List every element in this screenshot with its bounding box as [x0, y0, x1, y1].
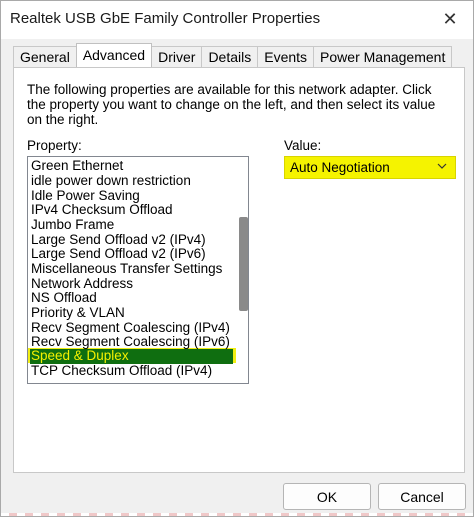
list-item[interactable]: idle power down restriction [30, 174, 233, 189]
list-scrollbar[interactable] [236, 157, 248, 383]
cancel-button[interactable]: Cancel [378, 483, 466, 510]
title-bar: Realtek USB GbE Family Controller Proper… [1, 1, 473, 39]
tab-advanced[interactable]: Advanced [75, 43, 153, 67]
scroll-thumb[interactable] [239, 217, 248, 311]
advanced-panel: The following properties are available f… [13, 67, 465, 473]
dropdown-selected-value: Auto Negotiation [290, 160, 390, 175]
close-icon: ✕ [442, 8, 458, 29]
list-item[interactable]: NS Offload [30, 291, 233, 306]
tab-events[interactable]: Events [257, 46, 315, 67]
property-label: Property: [27, 138, 82, 153]
value-dropdown[interactable]: Auto Negotiation [284, 156, 456, 179]
properties-dialog: Realtek USB GbE Family Controller Proper… [0, 0, 474, 517]
bottom-edge [1, 513, 473, 516]
close-button[interactable]: ✕ [427, 1, 473, 37]
list-item[interactable]: Priority & VLAN [30, 306, 233, 321]
value-label: Value: [284, 138, 322, 153]
list-item[interactable]: Miscellaneous Transfer Settings [30, 262, 233, 277]
list-item[interactable]: TCP Checksum Offload (IPv4) [30, 364, 233, 379]
list-item-selected[interactable]: Speed & Duplex [30, 349, 233, 364]
description-text: The following properties are available f… [27, 82, 436, 127]
list-item[interactable]: Jumbo Frame [30, 218, 233, 233]
tab-strip: General Advanced Driver Details Events P… [13, 43, 453, 67]
tab-general[interactable]: General [13, 46, 77, 67]
tab-details[interactable]: Details [201, 46, 259, 67]
chevron-down-icon [437, 159, 447, 176]
tab-driver[interactable]: Driver [151, 46, 203, 67]
list-item[interactable]: Large Send Offload v2 (IPv6) [30, 247, 233, 262]
ok-button[interactable]: OK [283, 483, 371, 510]
tab-power-management[interactable]: Power Management [313, 46, 453, 67]
list-item[interactable]: IPv4 Checksum Offload [30, 203, 233, 218]
property-list[interactable]: Green Ethernet idle power down restricti… [27, 156, 249, 384]
window-title: Realtek USB GbE Family Controller Proper… [10, 10, 321, 27]
list-item[interactable]: Green Ethernet [30, 159, 233, 174]
